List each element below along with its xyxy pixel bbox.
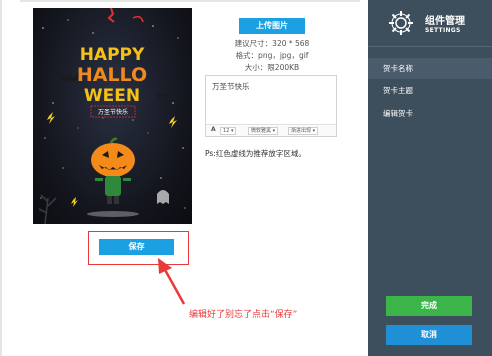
format-spec-text: 格式：png，jpg，gif	[235, 51, 309, 60]
font-family-select[interactable]: 微软雅黑 ▾	[248, 127, 279, 135]
cancel-button[interactable]: 取消	[386, 325, 472, 345]
card-title-line3: WEEN	[84, 86, 140, 106]
left-divider	[0, 0, 2, 356]
greeting-text-value[interactable]: 万圣节快乐	[212, 81, 250, 92]
size-spec-text: 建议尺寸：320 * 568	[234, 39, 310, 48]
card-editor-page: HAPPY HALLO WEEN 万圣节快乐 上传图片 建议尺寸：320 * 5…	[0, 0, 492, 356]
font-size-select[interactable]: 12 ▾	[220, 127, 237, 135]
editor-toolbar: A 12 ▾ 微软雅黑 ▾ 渐进出现 ▾	[206, 124, 336, 136]
gear-icon	[389, 11, 413, 35]
red-ribbon	[107, 8, 115, 23]
sidebar-header: 组件管理 SETTINGS	[368, 0, 492, 47]
font-size-icon[interactable]: A	[209, 127, 218, 135]
sidebar-subtitle: SETTINGS	[425, 27, 461, 34]
halloween-card-artwork: HAPPY HALLO WEEN 万圣节快乐	[38, 8, 186, 224]
save-reminder-annotation: 编辑好了别忘了点击“保存”	[189, 310, 298, 320]
filesize-spec-text: 大小：限200KB	[244, 63, 300, 72]
card-preview[interactable]: HAPPY HALLO WEEN 万圣节快乐	[33, 8, 192, 224]
pumpkin-character-icon	[91, 137, 135, 204]
editor-canvas: HAPPY HALLO WEEN 万圣节快乐 上传图片 建议尺寸：320 * 5…	[0, 0, 368, 356]
card-title-line1: HAPPY	[80, 45, 145, 65]
sidebar-title: 组件管理	[425, 16, 465, 27]
card-banner-text: 万圣节快乐	[98, 108, 128, 116]
sidebar-item-card-name[interactable]: 贺卡名称	[368, 58, 492, 79]
done-button[interactable]: 完成	[386, 296, 472, 316]
text-effect-value: 渐进出现	[291, 128, 312, 134]
red-swirl	[132, 15, 144, 23]
text-effect-select[interactable]: 渐进出现 ▾	[288, 127, 319, 135]
annotation-arrow-icon	[158, 258, 186, 305]
greeting-text-editor[interactable]: 万圣节快乐 A 12 ▾ 微软雅黑 ▾ 渐进出现 ▾	[205, 75, 337, 137]
text-area-hint: Ps:红色虚线为推荐放字区域。	[205, 149, 306, 158]
ground-shadow	[87, 211, 139, 217]
upload-image-button[interactable]: 上传图片	[239, 18, 305, 34]
font-family-value: 微软雅黑	[251, 128, 272, 134]
sidebar-item-card-theme[interactable]: 贺卡主题	[368, 80, 492, 101]
top-divider	[20, 0, 360, 2]
font-size-value: 12	[223, 128, 230, 134]
save-button[interactable]: 保存	[99, 239, 174, 255]
card-title-line2: HALLO	[77, 64, 147, 86]
bat-right-icon	[155, 92, 171, 98]
ghost-icon	[157, 190, 169, 204]
tree-icon	[38, 194, 57, 224]
sidebar-item-edit-card[interactable]: 编辑贺卡	[368, 103, 492, 124]
